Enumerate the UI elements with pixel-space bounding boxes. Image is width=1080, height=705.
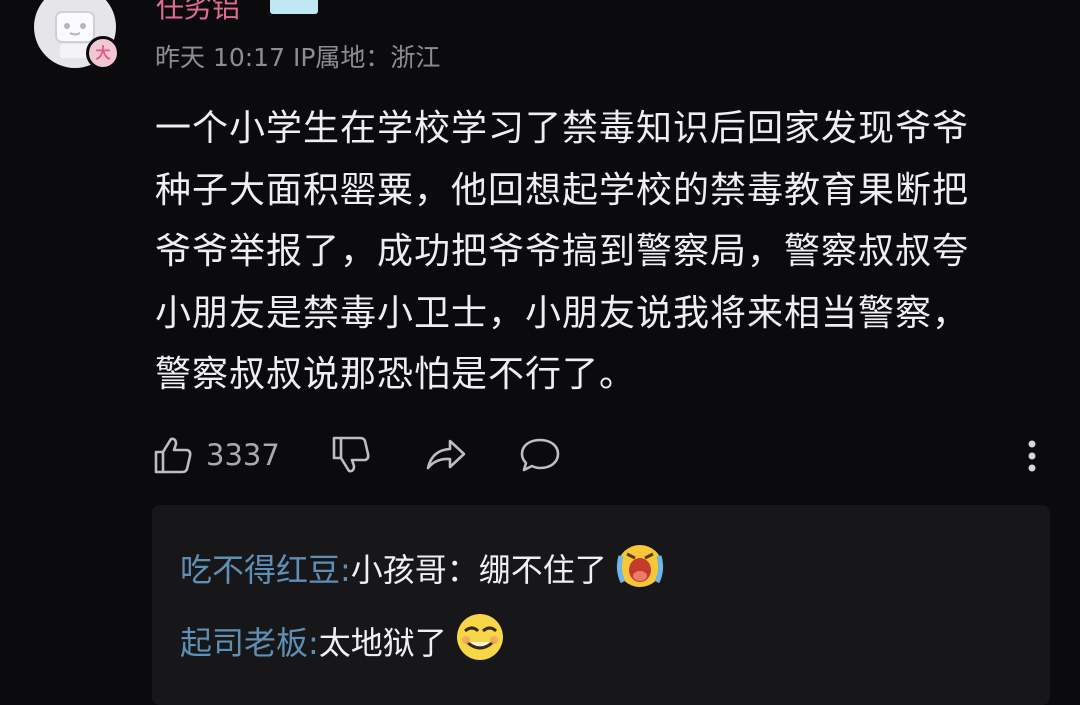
dislike-button[interactable] [330, 434, 372, 476]
reply-text: 太地狱了 [318, 624, 447, 662]
more-options-button[interactable] [1026, 436, 1038, 480]
comment-body: 一个小学生在学校学习了禁毒知识后回家发现爷爷 种子大面积罂粟，他回想起学校的禁毒… [155, 98, 1025, 406]
thumbs-up-icon [154, 437, 192, 474]
like-button[interactable]: 3337 [152, 434, 280, 476]
comment-username[interactable]: 任劣铝 [156, 0, 240, 26]
reply-item[interactable]: 吃不得红豆: 小孩哥：绷不住了 [180, 538, 667, 598]
reply-text: 小孩哥：绷不住了 [350, 551, 607, 589]
user-tag-icon [270, 0, 318, 14]
comment-line: 小朋友是禁毒小卫士，小朋友说我将来相当警察， [155, 292, 970, 334]
comment-meta: 昨天 10:17 IP属地：浙江 [155, 43, 441, 72]
comment-line: 警察叔叔说那恐怕是不行了。 [155, 354, 637, 395]
reply-username[interactable]: 吃不得红豆: [180, 545, 351, 591]
reply-item[interactable]: 起司老板: 太地狱了 [180, 610, 507, 672]
thumbs-down-icon [332, 436, 370, 473]
share-arrow-icon [426, 439, 466, 470]
vertical-dots-icon [1028, 440, 1036, 472]
comment-line: 爷爷举报了，成功把爷爷搞到警察局，警察叔叔夸 [155, 231, 970, 272]
reply-button[interactable] [518, 434, 562, 476]
like-count: 3337 [206, 438, 280, 472]
comment-line: 一个小学生在学校学习了禁毒知识后回家发现爷爷 [155, 108, 970, 149]
comment-line: 种子大面积罂粟，他回想起学校的禁毒教育果断把 [155, 169, 970, 211]
crying-emoji-icon [613, 538, 667, 598]
replies-panel[interactable] [152, 505, 1050, 705]
share-button[interactable] [424, 434, 468, 476]
speech-bubble-icon [520, 438, 560, 472]
comment-actions: 3337 [0, 434, 1080, 484]
reply-username[interactable]: 起司老板: [180, 618, 319, 664]
smirk-emoji-icon [453, 610, 507, 672]
level-badge: 大 [86, 36, 120, 70]
